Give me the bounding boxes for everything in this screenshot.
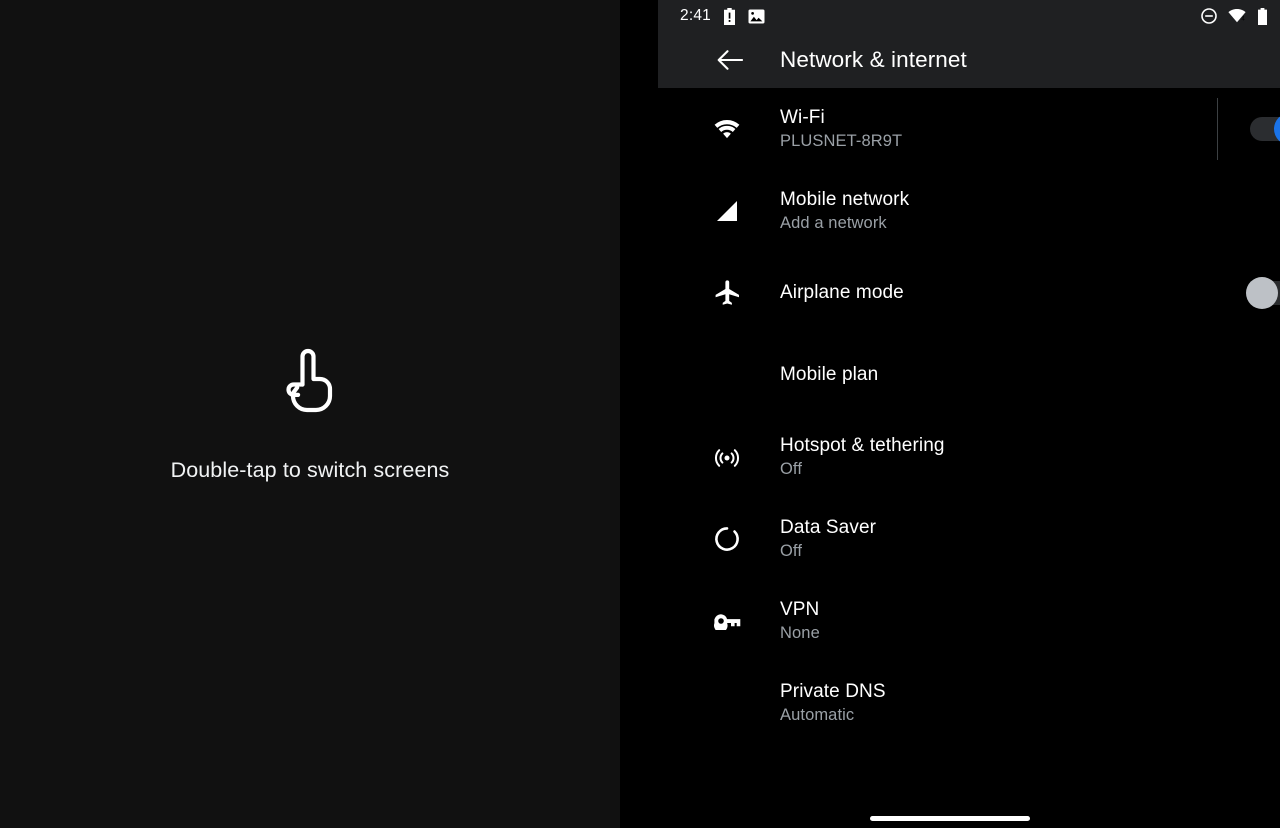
airplane-icon [710,276,744,310]
settings-row-wifi[interactable]: Wi-Fi PLUSNET-8R9T [658,88,1280,170]
settings-row-vpn[interactable]: VPN None [658,580,1280,662]
row-subtitle: Automatic [780,705,855,724]
row-subtitle: Off [780,459,803,478]
row-text: Private DNS Automatic [780,680,886,727]
signal-cellular-icon [710,194,744,228]
row-title: Private DNS [780,680,886,702]
toggle-thumb [1246,277,1278,309]
toggle-divider [1217,98,1218,160]
battery-icon [1258,7,1267,25]
row-text: VPN None [780,598,820,645]
pointing-hand-icon [286,349,333,413]
settings-row-hotspot-tethering[interactable]: Hotspot & tethering Off [658,416,1280,498]
row-title: Hotspot & tethering [780,434,945,456]
switch-screens-panel[interactable]: Double-tap to switch screens [0,0,620,828]
row-trailing [1246,252,1280,334]
status-clock: 2:41 [680,7,711,25]
row-subtitle: Add a network [780,213,887,232]
airplane-mode-toggle[interactable] [1246,277,1280,309]
switch-screens-hint: Double-tap to switch screens [170,458,450,483]
settings-row-mobile-network[interactable]: Mobile network Add a network [658,170,1280,252]
vpn-key-icon [710,604,744,638]
back-arrow-icon [717,50,743,70]
gesture-home-bar[interactable] [870,816,1030,821]
row-trailing [1217,88,1280,170]
dual-screen-container: Double-tap to switch screens 2:41 4 Netw… [0,0,1280,828]
toggle-thumb [1274,113,1280,145]
wifi-signal-icon: 4 [1228,9,1246,23]
row-text: Data Saver Off [780,516,876,563]
row-subtitle: None [780,623,820,642]
row-title: Mobile network [780,188,910,210]
no-icon [710,686,744,720]
settings-row-mobile-plan[interactable]: Mobile plan [658,334,1280,416]
settings-row-data-saver[interactable]: Data Saver Off [658,498,1280,580]
row-text: Airplane mode [780,281,904,304]
settings-row-airplane-mode[interactable]: Airplane mode [658,252,1280,334]
battery-alert-icon [723,7,735,25]
page-title: Network & internet [780,46,967,72]
app-bar: Network & internet [658,32,1280,88]
status-bar: 2:41 4 [658,0,1280,32]
no-icon [710,358,744,392]
wifi-toggle[interactable] [1250,113,1280,145]
hotspot-icon [710,440,744,474]
row-title: Wi-Fi [780,106,825,128]
row-title: VPN [780,598,820,620]
row-text: Mobile plan [780,363,878,386]
settings-row-private-dns[interactable]: Private DNS Automatic [658,662,1280,744]
svg-text:4: 4 [1241,17,1245,23]
do-not-disturb-icon [1201,8,1217,24]
row-title: Mobile plan [780,364,879,386]
back-button[interactable] [702,32,758,88]
status-bar-left: 2:41 [658,7,765,25]
status-bar-right: 4 [1201,7,1280,25]
settings-list: Wi-Fi PLUSNET-8R9T Mobile network Add a … [658,88,1280,800]
row-subtitle: Off [780,541,803,560]
data-saver-icon [710,522,744,556]
row-text: Mobile network Add a network [780,188,909,235]
phone-screen: 2:41 4 Network & internet Wi-Fi PLUSNET-… [620,0,1280,828]
row-text: Hotspot & tethering Off [780,434,945,481]
wifi-icon [710,112,744,146]
row-subtitle: PLUSNET-8R9T [780,131,903,150]
row-title: Airplane mode [780,282,904,304]
row-text: Wi-Fi PLUSNET-8R9T [780,106,902,153]
image-icon [748,9,765,23]
row-title: Data Saver [780,516,877,538]
